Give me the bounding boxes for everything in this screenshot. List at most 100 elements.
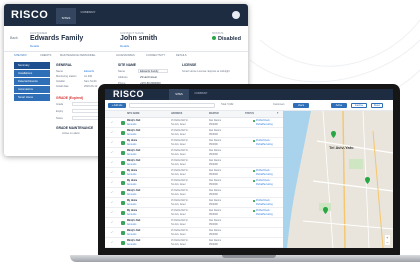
sidebar-item-installations[interactable]: Installations	[14, 70, 50, 77]
notes-field[interactable]	[72, 116, 100, 120]
table-row[interactable]: ✓ My Home Accounts 15 Rothschild St. Tel Avi…	[105, 198, 283, 208]
site-name[interactable]: Mindy's Deli	[127, 120, 140, 122]
nav-tab-company[interactable]: COMPANY	[191, 92, 211, 95]
site-status[interactable]: Profile/Check	[256, 180, 270, 182]
filter-users[interactable]: Users	[293, 103, 309, 108]
sidebar-item-summary[interactable]: Summary	[14, 62, 50, 69]
site-status[interactable]: Partial/Servicing	[256, 124, 273, 126]
sidebar-item-automations[interactable]: Automations	[14, 86, 50, 93]
site-name[interactable]: Mindy's Deli	[127, 230, 140, 232]
table-row[interactable]: ✓ Mindy's Deli Accounts 15 Rothschild St. Te…	[105, 148, 283, 158]
site-status[interactable]: Partial/Servicing	[256, 174, 273, 176]
sites-map[interactable]: Tel Aviv-Yafo + −	[283, 111, 393, 248]
filter-inactive[interactable]: Inactive	[351, 103, 367, 108]
row-check-icon[interactable]: ✓	[111, 221, 113, 224]
table-row[interactable]: ✓ Mindy's Deli Accounts 15 Rothschild St. Te…	[105, 238, 283, 248]
search-input[interactable]	[129, 103, 215, 108]
table-row[interactable]: ✓ My Home Accounts 15 Rothschild St. Tel Avi…	[105, 168, 283, 178]
row-check-icon[interactable]: ✓	[111, 151, 113, 154]
row-check-icon[interactable]: ✓	[111, 161, 113, 164]
tab-accessories[interactable]: ACCESSORIES	[116, 54, 135, 57]
map-pin-icon[interactable]	[331, 131, 336, 138]
sidebar-item-events[interactable]: Detected Events	[14, 78, 50, 85]
site-name[interactable]: My Home	[127, 210, 137, 212]
site-master: Dan Danino	[209, 240, 222, 242]
site-status[interactable]: Partial/Servicing	[256, 204, 273, 206]
row-check-icon[interactable]: ✓	[111, 121, 113, 124]
row-check-icon[interactable]: ✓	[111, 211, 113, 214]
table-row[interactable]: ✓ My Home Accounts 15 Rothschild St. Tel Avi…	[105, 178, 283, 188]
avatar[interactable]	[232, 11, 240, 19]
add-site-button[interactable]: + Add site	[108, 103, 126, 108]
site-sub: Accounts	[127, 243, 137, 246]
table-row[interactable]: ✓ Mindy's Deli Accounts 15 Rothschild St. Te…	[105, 218, 283, 228]
column-header[interactable]: STATUS	[245, 113, 254, 115]
row-check-icon[interactable]: ✓	[111, 241, 113, 244]
tab-credits[interactable]: CREDITS	[40, 54, 51, 57]
row-check-icon[interactable]: ✓	[111, 201, 113, 204]
grade-field[interactable]	[72, 102, 100, 106]
site-icon	[121, 231, 125, 235]
site-name[interactable]: Mindy's Deli	[127, 190, 140, 192]
maintenance-option[interactable]: Active on alarm	[62, 132, 80, 135]
site-icon	[121, 221, 125, 225]
table-row[interactable]: ✓ Mindy's Deli Accounts 15 Rothschild St. Te…	[105, 188, 283, 198]
row-check-icon[interactable]: ✓	[111, 191, 113, 194]
site-name[interactable]: Mindy's Deli	[127, 150, 140, 152]
site-status[interactable]: Partial/Servicing	[256, 214, 273, 216]
row-check-icon[interactable]: ✓	[111, 171, 113, 174]
column-header[interactable]: SITE NAME	[127, 113, 140, 115]
general-row-value: Ax 200	[84, 75, 93, 78]
site-name[interactable]: My Home	[127, 200, 137, 202]
tab-connectivity[interactable]: CONNECTIVITY	[146, 54, 165, 57]
zoom-out-icon[interactable]: −	[386, 240, 388, 245]
site-name[interactable]: My Home	[127, 140, 137, 142]
customer-details-link[interactable]: Details	[30, 44, 39, 48]
site-status[interactable]: Profile/Check	[256, 210, 270, 212]
map-pin-icon[interactable]	[323, 207, 328, 214]
site-name[interactable]: Mindy's Deli	[127, 130, 140, 132]
table-row[interactable]: ✓ Mindy's Deli Accounts 15 Rothschild St. Te…	[105, 118, 283, 128]
site-status[interactable]: Profile/Check	[256, 140, 270, 142]
site-status[interactable]: Partial/Servicing	[256, 184, 273, 186]
site-name[interactable]: My Home	[127, 170, 137, 172]
site-sidebar: Summary Installations Detected Events Au…	[14, 62, 50, 122]
table-row[interactable]: ✓ Mindy's Deli Accounts 15 Rothschild St. Te…	[105, 228, 283, 238]
expiry-field[interactable]	[72, 109, 100, 113]
site-icon	[121, 171, 125, 175]
table-row[interactable]: ✓ Mindy's Deli Accounts 15 Rothschild St. Te…	[105, 128, 283, 138]
site-status[interactable]: Partial/Servicing	[256, 144, 273, 146]
nav-tab-sites[interactable]: SITES	[169, 89, 189, 100]
row-check-icon[interactable]: ✓	[111, 181, 113, 184]
site-name[interactable]: Mindy's Deli	[127, 160, 140, 162]
site-sub: Accounts	[127, 133, 137, 136]
column-header[interactable]: T	[277, 113, 278, 115]
site-name[interactable]: Mindy's Deli	[127, 240, 140, 242]
map-pin-icon[interactable]	[365, 177, 370, 184]
column-header[interactable]: ADDRESS	[171, 113, 182, 115]
column-header[interactable]: MASTER	[209, 113, 219, 115]
sidebar-item-smart-home[interactable]: Smart Home	[14, 94, 50, 101]
nav-tab-company[interactable]: COMPANY	[78, 10, 98, 14]
row-check-icon[interactable]: ✓	[111, 131, 113, 134]
site-name[interactable]: My Home	[127, 180, 137, 182]
row-check-icon[interactable]: ✓	[111, 141, 113, 144]
filter-active[interactable]: Active	[331, 103, 347, 108]
site-status[interactable]: Profile/Check	[256, 170, 270, 172]
back-button[interactable]: Back	[10, 36, 18, 40]
table-row[interactable]: ✓ My Home Accounts 15 Rothschild St. Tel Avi…	[105, 208, 283, 218]
tab-maintenance[interactable]: MAINTENANCE PERSONNEL	[60, 54, 96, 57]
nav-tab-sites[interactable]: SITES	[56, 8, 76, 24]
site-status[interactable]: Profile/Check	[256, 120, 270, 122]
general-row-label: Monitoring station	[56, 75, 77, 78]
general-row-value: Sam Smith	[84, 80, 97, 83]
contact-details-link[interactable]: Details	[120, 44, 129, 48]
filter-reset[interactable]: Reset	[371, 103, 383, 108]
table-row[interactable]: ✓ My Home Accounts 15 Rothschild St. Tel Avi…	[105, 138, 283, 148]
site-name[interactable]: Mindy's Deli	[127, 220, 140, 222]
tab-site-info[interactable]: SITE INFO	[14, 54, 27, 57]
table-row[interactable]: ✓ Mindy's Deli Accounts 15 Rothschild St. Te…	[105, 158, 283, 168]
row-check-icon[interactable]: ✓	[111, 231, 113, 234]
site-status[interactable]: Profile/Check	[256, 200, 270, 202]
tab-details[interactable]: DETAILS	[176, 54, 187, 57]
